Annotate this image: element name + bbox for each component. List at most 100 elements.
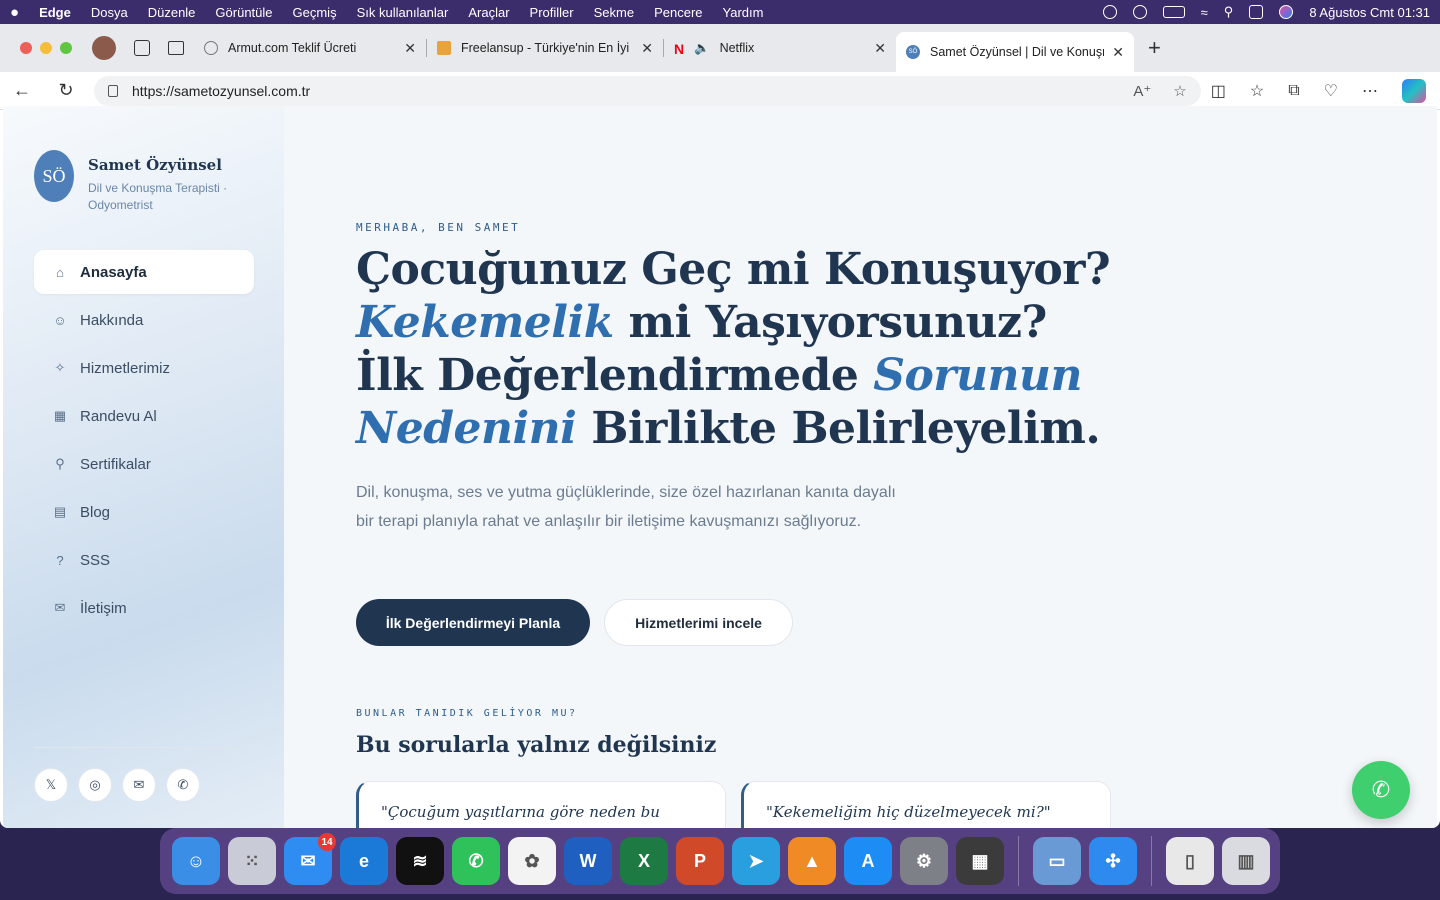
- sidebar-item-sertifikalar[interactable]: ⚲ Sertifikalar: [34, 442, 254, 486]
- more-options-icon[interactable]: ⋯: [1362, 81, 1378, 101]
- excel-icon[interactable]: X: [620, 837, 668, 885]
- menu-sik-kullanilanlar[interactable]: Sık kullanılanlar: [357, 5, 449, 20]
- copilot-icon[interactable]: [1402, 78, 1426, 103]
- tab-freelansup[interactable]: Freelansup - Türkiye'nin En İyi F ✕: [427, 31, 663, 65]
- safari-icon[interactable]: ✣: [1089, 837, 1137, 885]
- user-icon: ☺: [53, 312, 67, 328]
- launchpad-icon[interactable]: ⁙: [228, 837, 276, 885]
- profile-avatar[interactable]: [92, 36, 116, 60]
- vlc-icon[interactable]: ▲: [788, 837, 836, 885]
- zoom-window-button[interactable]: [60, 42, 72, 54]
- siri-icon[interactable]: [1279, 5, 1294, 19]
- tab-armut[interactable]: Armut.com Teklif Ücreti ✕: [194, 31, 426, 65]
- instagram-icon[interactable]: ◎: [78, 768, 112, 802]
- macos-dock: ☺ ⁙ ✉ 14 e ≋ ✆ ✿ W X P ➤ ▲ A ⚙ ▦ ▭ ✣ ▯ ▥: [160, 828, 1280, 894]
- menu-gecmis[interactable]: Geçmiş: [293, 5, 337, 20]
- browser-window: Armut.com Teklif Ücreti ✕ Freelansup - T…: [0, 24, 1440, 828]
- close-tab-icon[interactable]: ✕: [641, 40, 653, 57]
- sidebar-item-blog[interactable]: ▤ Blog: [34, 490, 254, 534]
- faq-eyebrow: BUNLAR TANIDIK GELİYOR MU?: [356, 708, 578, 719]
- battery-icon[interactable]: [1162, 6, 1185, 18]
- document-stack-icon[interactable]: ▯: [1166, 837, 1214, 885]
- finder-icon[interactable]: ☺: [172, 837, 220, 885]
- close-tab-icon[interactable]: ✕: [1112, 44, 1124, 61]
- browser-essentials-icon[interactable]: ♡: [1324, 81, 1338, 101]
- split-screen-icon[interactable]: ◫: [1211, 81, 1226, 101]
- photos-icon[interactable]: ✿: [508, 837, 556, 885]
- sparkle-icon: ✧: [54, 360, 66, 375]
- sidebar-item-hakkinda[interactable]: ☺ Hakkında: [34, 298, 254, 342]
- mail-app-icon[interactable]: ✉ 14: [284, 833, 336, 885]
- menu-dosya[interactable]: Dosya: [91, 5, 128, 20]
- trash-icon[interactable]: ▥: [1222, 837, 1270, 885]
- favorites-icon[interactable]: ☆: [1250, 81, 1264, 101]
- back-button[interactable]: ←: [0, 80, 44, 101]
- menu-yardim[interactable]: Yardım: [723, 5, 764, 20]
- x-icon[interactable]: 𝕏: [34, 768, 68, 802]
- tab-actions-icon[interactable]: [168, 41, 184, 55]
- appstore-icon[interactable]: A: [844, 837, 892, 885]
- close-tab-icon[interactable]: ✕: [404, 40, 416, 57]
- word-icon[interactable]: W: [564, 837, 612, 885]
- spotify-icon[interactable]: ≋: [396, 837, 444, 885]
- preview-icon[interactable]: ▭: [1033, 837, 1081, 885]
- reload-button[interactable]: ↻: [44, 80, 88, 101]
- sidebar-item-hizmetlerimiz[interactable]: ✧ Hizmetlerimiz: [34, 346, 254, 390]
- whatsapp-float-button[interactable]: ✆: [1352, 761, 1410, 819]
- sidebar-item-sss[interactable]: ? SSS: [34, 538, 254, 582]
- lock-icon[interactable]: [108, 84, 118, 97]
- sidebar-item-randevu-al[interactable]: ▦ Randevu Al: [34, 394, 254, 438]
- menu-profiller[interactable]: Profiller: [530, 5, 574, 20]
- close-window-button[interactable]: [20, 42, 32, 54]
- close-tab-icon[interactable]: ✕: [874, 40, 886, 57]
- menu-goruntule[interactable]: Görüntüle: [215, 5, 272, 20]
- powerpoint-icon[interactable]: P: [676, 837, 724, 885]
- system-settings-icon[interactable]: ⚙: [900, 837, 948, 885]
- hero-eyebrow: MERHABA, BEN SAMET: [356, 221, 521, 234]
- control-center-icon[interactable]: [1249, 5, 1264, 19]
- url-field[interactable]: https://sametozyunsel.com.tr A⁺ ☆: [94, 75, 1201, 106]
- tab-samet-ozyunsel[interactable]: SÖ Samet Özyünsel | Dil ve Konuşm ✕: [896, 32, 1134, 72]
- avatar[interactable]: SÖ: [34, 150, 74, 202]
- new-tab-button[interactable]: +: [1148, 35, 1161, 61]
- menu-duzenle[interactable]: Düzenle: [148, 5, 196, 20]
- document-icon: ▤: [53, 504, 67, 519]
- telegram-icon[interactable]: ➤: [732, 837, 780, 885]
- notification-badge: 14: [318, 833, 336, 851]
- apple-menu-icon[interactable]: ●: [10, 4, 19, 21]
- address-bar: ← ↻ https://sametozyunsel.com.tr A⁺ ☆ ◫ …: [0, 72, 1440, 110]
- clock[interactable]: 8 Ağustos Cmt 01:31: [1309, 5, 1430, 20]
- play-status-icon[interactable]: [1102, 5, 1117, 19]
- minimize-window-button[interactable]: [40, 42, 52, 54]
- menu-pencere[interactable]: Pencere: [654, 5, 702, 20]
- tab-netflix[interactable]: N 🔈 Netflix ✕: [664, 31, 896, 65]
- social-links: 𝕏 ◎ ✉ ✆: [34, 768, 200, 802]
- plan-assessment-button[interactable]: İlk Değerlendirmeyi Planla: [356, 599, 590, 646]
- question-card[interactable]: "Çocuğum yaşıtlarına göre neden bu kadar…: [356, 781, 726, 828]
- mail-icon[interactable]: ✉: [122, 768, 156, 802]
- menu-sekme[interactable]: Sekme: [594, 5, 634, 20]
- mail-icon: ✉: [54, 600, 66, 615]
- favorite-star-icon[interactable]: ☆: [1173, 82, 1186, 100]
- whatsapp-icon[interactable]: ✆: [166, 768, 200, 802]
- workspaces-icon[interactable]: [134, 40, 150, 56]
- calculator-icon[interactable]: ▦: [956, 837, 1004, 885]
- edge-icon[interactable]: e: [340, 837, 388, 885]
- profile-name[interactable]: Samet Özyünsel: [88, 156, 248, 174]
- spotlight-search-icon[interactable]: ⚲: [1224, 4, 1234, 20]
- question-card[interactable]: "Kekemeliğim hiç düzelmeyecek mi?": [741, 781, 1111, 828]
- profile-card: SÖ Samet Özyünsel Dil ve Konuşma Terapis…: [34, 150, 248, 214]
- sidebar-item-iletisim[interactable]: ✉ İletişim: [34, 586, 254, 630]
- menu-araclar[interactable]: Araçlar: [468, 5, 509, 20]
- whatsapp-app-icon[interactable]: ✆: [452, 837, 500, 885]
- sidebar-item-anasayfa[interactable]: ⌂ Anasayfa: [34, 250, 254, 294]
- view-services-button[interactable]: Hizmetlerimi incele: [604, 599, 793, 646]
- speaker-icon[interactable]: 🔈: [694, 41, 710, 56]
- read-aloud-icon[interactable]: A⁺: [1133, 82, 1151, 100]
- wifi-icon[interactable]: ≈: [1201, 5, 1208, 20]
- user-status-icon[interactable]: [1132, 5, 1147, 19]
- url-text[interactable]: https://sametozyunsel.com.tr: [132, 83, 310, 99]
- collections-icon[interactable]: ⧉: [1288, 82, 1299, 100]
- menu-edge[interactable]: Edge: [39, 5, 71, 20]
- site-favicon-icon: SÖ: [906, 45, 920, 59]
